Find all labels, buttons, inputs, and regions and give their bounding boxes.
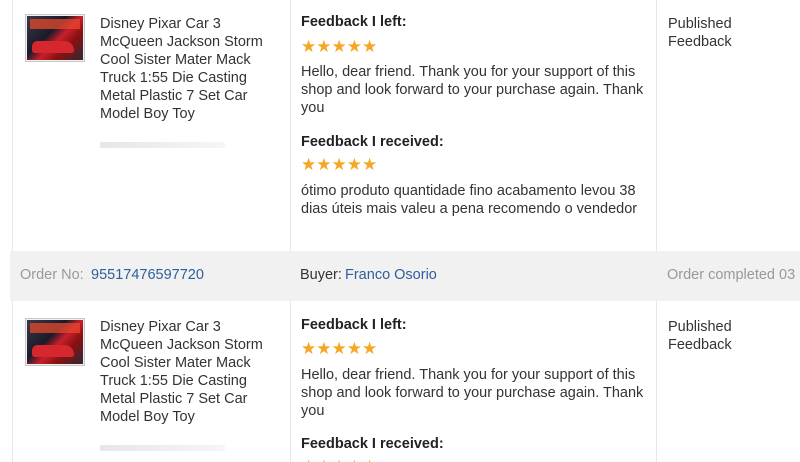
feedback-left-label: Feedback I left: (301, 317, 407, 333)
product-sku-text (100, 142, 225, 148)
feedback-received-label: Feedback I received: (301, 134, 444, 150)
order-no-label: Order No: (20, 267, 84, 283)
product-sku-text (100, 445, 225, 451)
order-row-2: Disney Pixar Car 3 McQueen Jackson Storm… (0, 301, 800, 462)
order-status-text: Order completed 03 (667, 267, 796, 283)
status-published-feedback: Published Feedback (668, 16, 732, 50)
product-thumbnail[interactable] (25, 14, 85, 62)
feedback-received-text: ótimo produto quantidade fino acabamento… (301, 183, 638, 217)
feedback-cell: Feedback I left: ★★★★★ Hello, dear frien… (290, 301, 657, 462)
status-published-feedback: Published Feedback (668, 319, 732, 353)
status-cell: Published Feedback (656, 0, 800, 251)
buyer-name-link[interactable]: Franco Osorio (345, 267, 437, 283)
status-cell: Published Feedback (656, 301, 800, 462)
feedback-received-stars: ★★★★★ (301, 155, 378, 174)
feedback-received-label: Feedback I received: (301, 436, 444, 452)
product-title-link[interactable]: Disney Pixar Car 3 McQueen Jackson Storm… (100, 318, 280, 426)
product-cell: Disney Pixar Car 3 McQueen Jackson Storm… (12, 301, 291, 462)
product-thumbnail[interactable] (25, 318, 85, 366)
order-info-bar: Order No: 95517476597720 Buyer: Franco O… (10, 251, 800, 301)
buyer-label: Buyer: (300, 267, 342, 283)
feedback-left-text: Hello, dear friend. Thank you for your s… (301, 367, 644, 419)
feedback-received-stars: ★★★★★ (301, 458, 377, 462)
order-number-link[interactable]: 95517476597720 (91, 267, 204, 283)
feedback-left-text: Hello, dear friend. Thank you for your s… (301, 64, 644, 116)
product-title-link[interactable]: Disney Pixar Car 3 McQueen Jackson Storm… (100, 15, 280, 123)
feedback-cell: Feedback I left: ★★★★★ Hello, dear frien… (290, 0, 657, 251)
feedback-left-stars: ★★★★★ (301, 339, 378, 358)
product-cell: Disney Pixar Car 3 McQueen Jackson Storm… (12, 0, 291, 251)
feedback-left-stars: ★★★★★ (301, 37, 378, 56)
feedback-left-label: Feedback I left: (301, 14, 407, 30)
order-row-1: Disney Pixar Car 3 McQueen Jackson Storm… (0, 0, 800, 251)
